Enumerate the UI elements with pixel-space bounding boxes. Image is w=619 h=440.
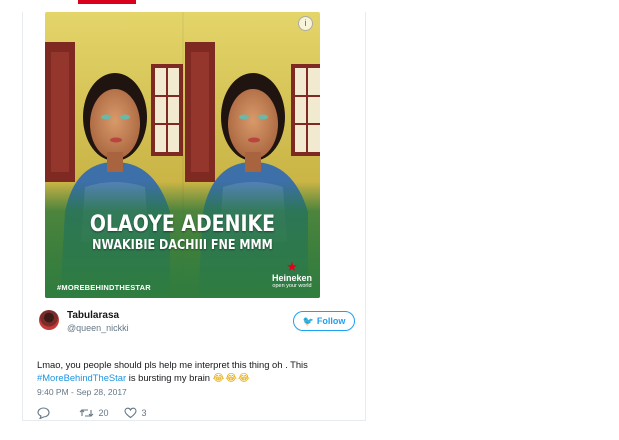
- article-text-clipped: [0, 0, 619, 12]
- media-info-icon[interactable]: i: [298, 16, 313, 31]
- retweet-button[interactable]: 20: [79, 405, 109, 419]
- tweet-text: Lmao, you people should pls help me inte…: [37, 358, 357, 385]
- follow-label: Follow: [316, 316, 346, 326]
- tweet-header: Tabularasa @queen_nickki 🐦 Follow: [37, 308, 357, 336]
- overlay-subtitle-text: NWAKIBIE DACHIII FNE MMM: [92, 238, 273, 253]
- highlight-mark: [78, 0, 136, 4]
- embedded-tweet-card[interactable]: i OLAOYE ADENIKE NWAKIBIE DACHIII FNE MM…: [22, 12, 366, 421]
- overlay-name-text: OLAOYE ADENIKE: [89, 212, 276, 237]
- retweet-count: 20: [98, 407, 109, 418]
- display-name[interactable]: Tabularasa: [67, 310, 119, 321]
- heineken-logo: ★ Heineken open your world: [272, 260, 312, 290]
- reply-icon: [37, 407, 50, 420]
- heart-icon: [124, 407, 137, 418]
- star-icon: ★: [286, 259, 298, 274]
- user-handle[interactable]: @queen_nickki: [67, 323, 129, 333]
- brand-name: Heineken: [271, 273, 312, 283]
- twitter-bird-icon: 🐦: [302, 316, 314, 326]
- brand-tagline: open your world: [272, 283, 312, 289]
- tweet-hashtag-link[interactable]: #MoreBehindTheStar: [37, 372, 126, 383]
- retweet-icon: [79, 408, 94, 417]
- reply-button[interactable]: [37, 405, 50, 420]
- laughing-emoji-icon: 😂😂😂: [212, 373, 251, 384]
- follow-button[interactable]: 🐦 Follow: [293, 311, 355, 331]
- like-count: 3: [141, 407, 147, 418]
- tweet-actions: 20 3: [37, 405, 237, 420]
- overlay-hashtag-text: #MOREBEHINDTHESTAR: [57, 283, 151, 292]
- tweet-text-before: Lmao, you people should pls help me inte…: [37, 359, 308, 370]
- tweet-timestamp[interactable]: 9:40 PM - Sep 28, 2017: [37, 387, 127, 397]
- avatar[interactable]: [39, 310, 59, 330]
- like-button[interactable]: 3: [124, 405, 147, 419]
- tweet-media-image[interactable]: i OLAOYE ADENIKE NWAKIBIE DACHIII FNE MM…: [45, 12, 320, 298]
- portrait-photo: [45, 12, 320, 298]
- tweet-text-after: is bursting my brain: [126, 372, 213, 383]
